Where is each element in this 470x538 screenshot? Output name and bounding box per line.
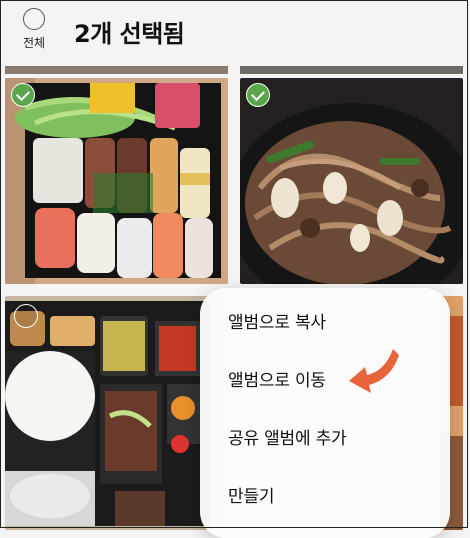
menu-item-create[interactable]: 만들기 xyxy=(228,482,275,507)
select-all-toggle[interactable]: 전체 xyxy=(12,6,56,51)
selected-check-icon[interactable] xyxy=(246,83,270,107)
menu-item-add-to-shared-album[interactable]: 공유 앨범에 추가 xyxy=(228,424,347,449)
selection-count-title: 2개 선택됨 xyxy=(74,20,185,48)
photo-thumbnail-bento[interactable] xyxy=(5,296,228,530)
unselected-circle-icon[interactable] xyxy=(14,304,38,328)
photo-thumbnail-sushi[interactable] xyxy=(5,78,228,284)
previous-row-photo-strip xyxy=(240,66,463,74)
selected-check-icon[interactable] xyxy=(11,83,35,107)
context-menu: 앨범으로 복사 앨범으로 이동 공유 앨범에 추가 만들기 xyxy=(200,288,450,538)
select-all-label: 전체 xyxy=(22,36,46,50)
photo-thumbnail-japchae[interactable] xyxy=(240,78,463,284)
menu-item-move-to-album[interactable]: 앨범으로 이동 xyxy=(228,366,326,391)
japchae-photo xyxy=(240,78,463,284)
menu-item-copy-to-album[interactable]: 앨범으로 복사 xyxy=(228,308,326,333)
selection-header: 전체 2개 선택됨 xyxy=(0,0,470,70)
sushi-photo xyxy=(5,78,228,284)
previous-row-photo-strip xyxy=(5,66,228,74)
pointer-arrow-icon xyxy=(349,349,399,393)
select-all-circle-icon xyxy=(23,8,45,30)
bento-photo xyxy=(5,296,228,530)
